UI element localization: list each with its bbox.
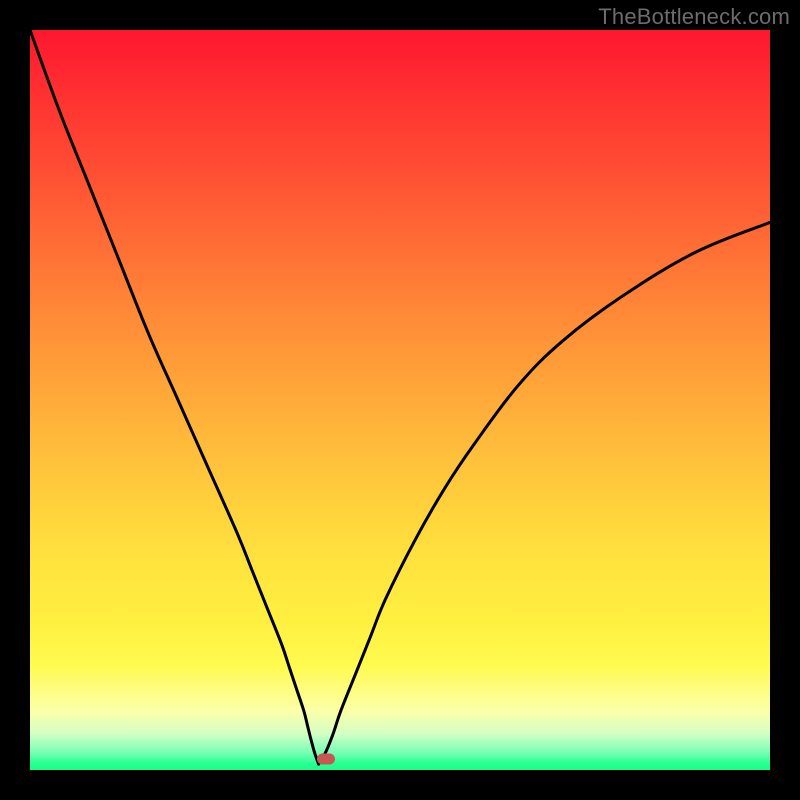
watermark-text: TheBottleneck.com [598,4,790,30]
plot-area [30,30,770,770]
curve-svg [30,30,770,770]
curve-right-branch [319,222,770,764]
vertex-marker [317,753,335,764]
curve-left-branch [30,30,319,764]
chart-frame: TheBottleneck.com [0,0,800,800]
